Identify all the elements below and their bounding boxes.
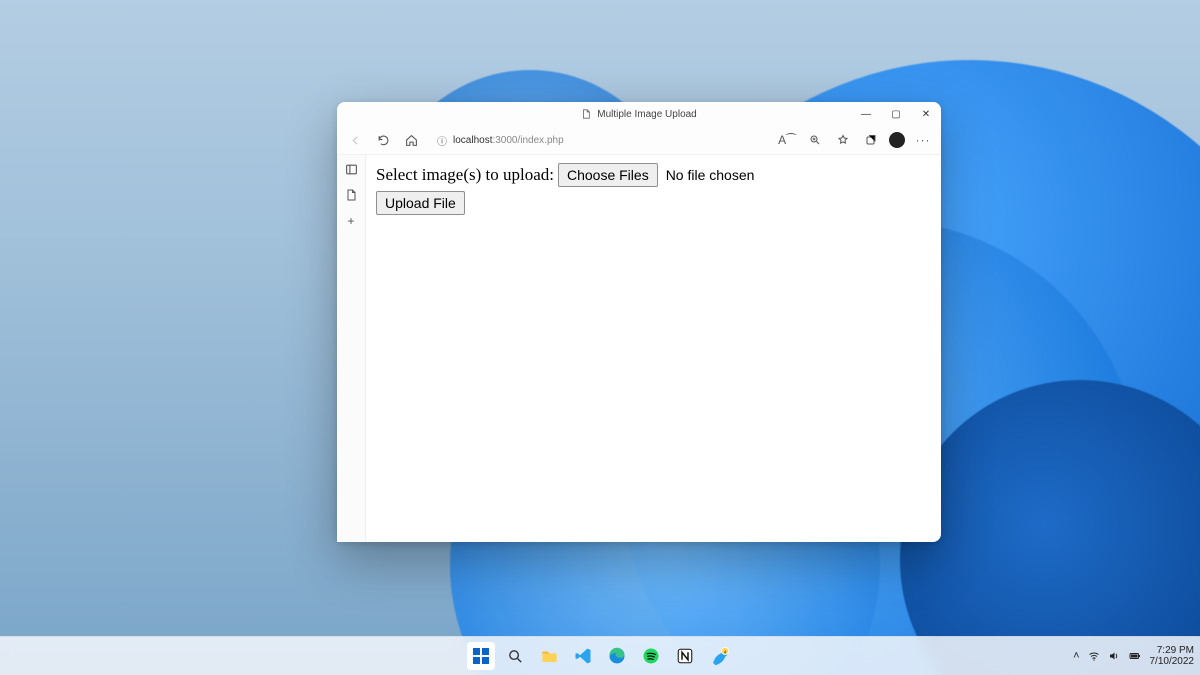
more-menu-button[interactable]: ··· [913,130,933,150]
zoom-icon[interactable] [805,130,825,150]
page-content: Select image(s) to upload: Choose Files … [366,155,941,542]
taskbar: 4 ˄ 7:29 PM 7/10/2022 [0,636,1200,675]
spotify-icon[interactable] [637,642,665,670]
back-button[interactable] [345,130,365,150]
pinned-app-icon[interactable]: 4 [705,642,733,670]
wifi-icon[interactable] [1088,650,1100,662]
clock[interactable]: 7:29 PM 7/10/2022 [1150,645,1195,667]
vscode-icon[interactable] [569,642,597,670]
vertical-tab-page-icon[interactable] [343,187,359,203]
address-bar[interactable]: ⓘ localhost:3000/index.php [429,130,769,150]
start-button[interactable] [467,642,495,670]
window-controls: — ▢ ✕ [851,102,941,126]
tray-date: 7/10/2022 [1150,656,1195,667]
new-tab-button[interactable]: + [343,213,359,229]
tab-title[interactable]: Multiple Image Upload [581,109,697,120]
browser-toolbar: ⓘ localhost:3000/index.php A⁀ ··· [337,126,941,155]
search-button[interactable] [501,642,529,670]
desktop: Multiple Image Upload — ▢ ✕ ⓘ localhost:… [0,0,1200,675]
titlebar[interactable]: Multiple Image Upload — ▢ ✕ [337,102,941,126]
refresh-button[interactable] [373,130,393,150]
maximize-button[interactable]: ▢ [881,102,911,126]
windows-logo-icon [473,648,489,664]
notion-icon[interactable] [671,642,699,670]
browser-window: Multiple Image Upload — ▢ ✕ ⓘ localhost:… [337,102,941,542]
upload-file-button[interactable]: Upload File [376,191,465,215]
profile-avatar[interactable] [889,132,905,148]
home-button[interactable] [401,130,421,150]
system-tray[interactable]: ˄ 7:29 PM 7/10/2022 [1073,645,1194,667]
favorites-icon[interactable] [833,130,853,150]
page-icon [581,109,591,119]
vertical-tabs-toggle-icon[interactable] [343,161,359,177]
svg-text:4: 4 [723,649,726,655]
url-host: localhost [453,135,492,146]
read-aloud-icon[interactable]: A⁀ [777,130,797,150]
file-chosen-status: No file chosen [666,167,755,183]
minimize-button[interactable]: — [851,102,881,126]
battery-icon[interactable] [1128,650,1142,662]
choose-files-button[interactable]: Choose Files [558,163,658,187]
edge-browser-icon[interactable] [603,642,631,670]
site-info-icon[interactable]: ⓘ [437,133,447,148]
upload-label: Select image(s) to upload: [376,165,554,185]
tray-time: 7:29 PM [1157,645,1194,656]
file-explorer-icon[interactable] [535,642,563,670]
volume-icon[interactable] [1108,650,1120,662]
taskbar-center: 4 [467,642,733,670]
url-path: :3000/index.php [492,135,563,146]
tray-overflow-chevron-icon[interactable]: ˄ [1073,650,1079,662]
close-button[interactable]: ✕ [911,102,941,126]
tab-title-text: Multiple Image Upload [597,109,697,120]
collections-icon[interactable] [861,130,881,150]
vertical-tab-strip: + [337,155,366,542]
